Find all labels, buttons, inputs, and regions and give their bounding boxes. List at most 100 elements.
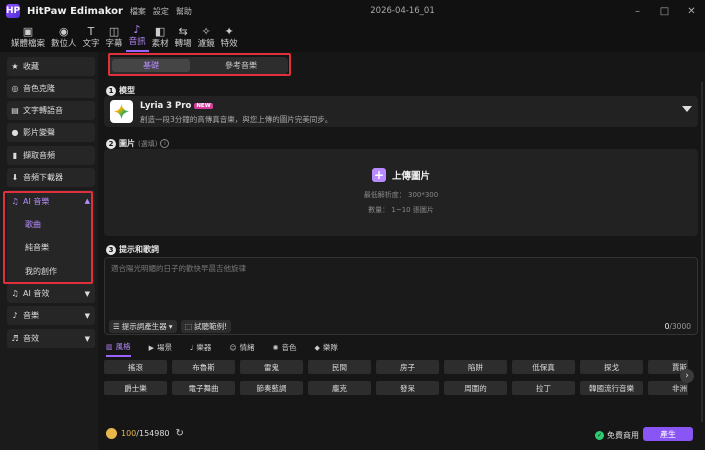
close-icon[interactable]: ✕ bbox=[678, 0, 705, 22]
model-heading-label: 模型 bbox=[119, 86, 135, 95]
sidebar-item-audio-downloader[interactable]: ⬇ 音頻下載器 bbox=[7, 168, 95, 187]
sidebar-item-extract-audio[interactable]: ▮ 擷取音頻 bbox=[7, 146, 95, 165]
ai-sfx-icon: ♫ bbox=[11, 289, 19, 298]
sidebar-item-tts[interactable]: ▤ 文字轉語音 bbox=[7, 101, 95, 120]
sidebar-item-ai-sfx[interactable]: ♫ AI 音效 ▼ bbox=[7, 284, 95, 303]
sidebar-item-music[interactable]: ♪ 音樂 ▼ bbox=[7, 306, 95, 325]
ai-music-sub-song[interactable]: 歌曲 bbox=[25, 219, 41, 230]
prompt-heading: 3 提示和歌詞 bbox=[106, 244, 159, 255]
app-name: HitPaw Edimakor bbox=[27, 5, 123, 17]
menu-file[interactable]: 檔案 bbox=[130, 6, 146, 17]
sidebar-item-voice-changer[interactable]: ● 影片變聲 bbox=[7, 123, 95, 142]
tab-mood[interactable]: ☺ 情緒 bbox=[229, 341, 254, 357]
tab-reference-music[interactable]: 參考音樂 bbox=[202, 59, 280, 72]
model-logo-icon bbox=[110, 100, 133, 123]
menu-help[interactable]: 幫助 bbox=[176, 6, 192, 17]
step-1-badge: 1 bbox=[106, 85, 116, 96]
tab-label: 情緒 bbox=[239, 343, 255, 352]
tab-band[interactable]: ◆ 樂隊 bbox=[315, 341, 338, 357]
dropdown-caret-icon[interactable] bbox=[682, 106, 692, 112]
tool-audio[interactable]: ♪ 音訊 bbox=[125, 22, 149, 52]
menu-bar: 檔案 設定 幫助 bbox=[130, 6, 192, 17]
style-chip[interactable]: 發呆 bbox=[376, 381, 439, 395]
microphone-icon: ▮ bbox=[12, 151, 18, 160]
sidebar-item-label: 音樂 bbox=[23, 311, 39, 320]
tab-label: 風格 bbox=[115, 342, 131, 351]
tab-instrument[interactable]: ♩ 樂器 bbox=[190, 341, 211, 357]
style-chip[interactable]: 搖滾 bbox=[104, 360, 167, 374]
music-note-icon: ♪ bbox=[12, 311, 18, 320]
style-chip[interactable]: 陷阱 bbox=[444, 360, 507, 374]
ai-music-sub-instrumental[interactable]: 純音樂 bbox=[25, 242, 49, 253]
sidebar: ★ 收藏 ◎ 音色克隆 ▤ 文字轉語音 ● 影片變聲 ▮ 擷取音頻 ⬇ 音頻下載器 ♫ AI … bbox=[0, 52, 98, 450]
tab-basic[interactable]: 基礎 bbox=[112, 59, 190, 72]
sidebar-item-label: 音色克隆 bbox=[23, 84, 55, 93]
app-logo-icon: HP bbox=[5, 4, 21, 18]
style-chip[interactable]: 韓國流行音樂 bbox=[580, 381, 643, 395]
minimize-icon[interactable]: – bbox=[624, 0, 651, 22]
tool-label: 素材 bbox=[151, 39, 169, 49]
tool-avatar[interactable]: ◉ 數位人 bbox=[48, 22, 80, 52]
tool-effect[interactable]: ✦ 特效 bbox=[218, 22, 241, 52]
tab-label: 場景 bbox=[157, 343, 173, 352]
style-chip[interactable]: 周圍的 bbox=[444, 381, 507, 395]
tool-label: 濾鏡 bbox=[197, 39, 215, 49]
prompt-generator-label: 提示詞產生器 bbox=[121, 322, 167, 331]
generate-button[interactable]: 產生 bbox=[643, 427, 693, 441]
upload-image-button[interactable]: + 上傳圖片 bbox=[372, 168, 430, 182]
audio-icon: ♪ bbox=[133, 23, 141, 36]
dice-icon: ⬚ bbox=[185, 322, 193, 331]
tab-style[interactable]: ▥ 風格 bbox=[106, 341, 131, 357]
tool-transition[interactable]: ⇆ 轉場 bbox=[172, 22, 195, 52]
refresh-icon[interactable]: ↻ bbox=[176, 428, 184, 439]
text-icon: T bbox=[87, 25, 95, 38]
chevron-right-icon[interactable]: › bbox=[680, 369, 694, 383]
guitar-icon: ♩ bbox=[190, 343, 194, 352]
category-tabs: ▥ 風格 ▶ 場景 ♩ 樂器 ☺ 情緒 ✺ 音色 ◆ 樂隊 bbox=[106, 341, 356, 357]
style-chip[interactable]: 民間 bbox=[308, 360, 371, 374]
style-chip[interactable]: 低保真 bbox=[512, 360, 575, 374]
top-toolbar: ▣ 媒體檔案 ◉ 數位人 T 文字 ◫ 字幕 ♪ 音訊 ◧ 素材 ⇆ 轉場 ✧ 濾鏡 ✦ 特效 bbox=[0, 22, 705, 52]
image-upload-area[interactable]: + 上傳圖片 最低解析度： 300*300 數量： 1~10 張圖片 bbox=[104, 149, 698, 236]
style-chip[interactable]: 探戈 bbox=[580, 360, 643, 374]
style-chip[interactable]: 龐克 bbox=[308, 381, 371, 395]
tool-subtitle[interactable]: ◫ 字幕 bbox=[103, 22, 126, 52]
example-button[interactable]: ⬚ 試聽範例! bbox=[181, 320, 232, 333]
footer-bar: 100/154980 ↻ ✓ 免費商用 產生 bbox=[98, 424, 705, 450]
maximize-icon[interactable]: □ bbox=[651, 0, 678, 22]
sidebar-item-favorites[interactable]: ★ 收藏 bbox=[7, 57, 95, 76]
tool-sticker[interactable]: ◧ 素材 bbox=[149, 22, 172, 52]
sidebar-item-ai-music[interactable]: ♫ AI 音樂 ▲ bbox=[7, 193, 95, 209]
mode-tabs: 基礎 參考音樂 bbox=[108, 57, 288, 74]
tool-media[interactable]: ▣ 媒體檔案 bbox=[8, 22, 48, 52]
credits-used: 100 bbox=[121, 429, 137, 438]
style-chip[interactable]: 爵士樂 bbox=[104, 381, 167, 395]
info-icon[interactable]: i bbox=[160, 139, 170, 148]
menu-settings[interactable]: 設定 bbox=[153, 6, 169, 17]
sidebar-item-label: 音頻下載器 bbox=[23, 173, 63, 182]
sidebar-item-label: 擷取音頻 bbox=[23, 151, 55, 160]
prompt-placeholder: 適合陽光明媚的日子的歡快早晨吉他旋律 bbox=[111, 264, 246, 273]
tab-timbre[interactable]: ✺ 音色 bbox=[273, 341, 297, 357]
style-chip[interactable]: 電子舞曲 bbox=[172, 381, 235, 395]
prompt-generator-button[interactable]: ☰ 提示詞產生器 ▾ bbox=[109, 320, 177, 333]
ai-music-sub-my-creations[interactable]: 我的創作 bbox=[25, 266, 57, 277]
step-2-badge: 2 bbox=[106, 138, 116, 149]
style-chip[interactable]: 非洲 bbox=[648, 381, 688, 395]
plus-icon: + bbox=[372, 168, 386, 182]
style-chip[interactable]: 房子 bbox=[376, 360, 439, 374]
tool-filter[interactable]: ✧ 濾鏡 bbox=[195, 22, 218, 52]
sidebar-item-voice-clone[interactable]: ◎ 音色克隆 bbox=[7, 79, 95, 98]
style-chip[interactable]: 節奏藍調 bbox=[240, 381, 303, 395]
tab-scene[interactable]: ▶ 場景 bbox=[149, 341, 172, 357]
style-chip-grid: 搖滾 布魯斯 雷鬼 民間 房子 陷阱 低保真 探戈 賈斯 爵士樂 電子舞曲 節奏藍調 龐克 發呆 周圍的 拉丁… bbox=[104, 359, 688, 395]
style-chip[interactable]: 雷鬼 bbox=[240, 360, 303, 374]
prompt-textarea[interactable]: 適合陽光明媚的日子的歡快早晨吉他旋律 ☰ 提示詞產生器 ▾ ⬚ 試聽範例! 0/300… bbox=[104, 257, 698, 335]
style-chip[interactable]: 拉丁 bbox=[512, 381, 575, 395]
model-description: 創造一段3分鐘的高傳真音樂，與您上傳的圖片完美同步。 bbox=[140, 115, 333, 124]
scrollbar[interactable] bbox=[701, 82, 703, 422]
model-selector[interactable]: Lyria 3 Pro NEW 創造一段3分鐘的高傳真音樂，與您上傳的圖片完美同步… bbox=[104, 96, 698, 127]
style-chip[interactable]: 布魯斯 bbox=[172, 360, 235, 374]
sidebar-item-sfx[interactable]: ♬ 音效 ▼ bbox=[7, 329, 95, 348]
tool-text[interactable]: T 文字 bbox=[80, 22, 103, 52]
